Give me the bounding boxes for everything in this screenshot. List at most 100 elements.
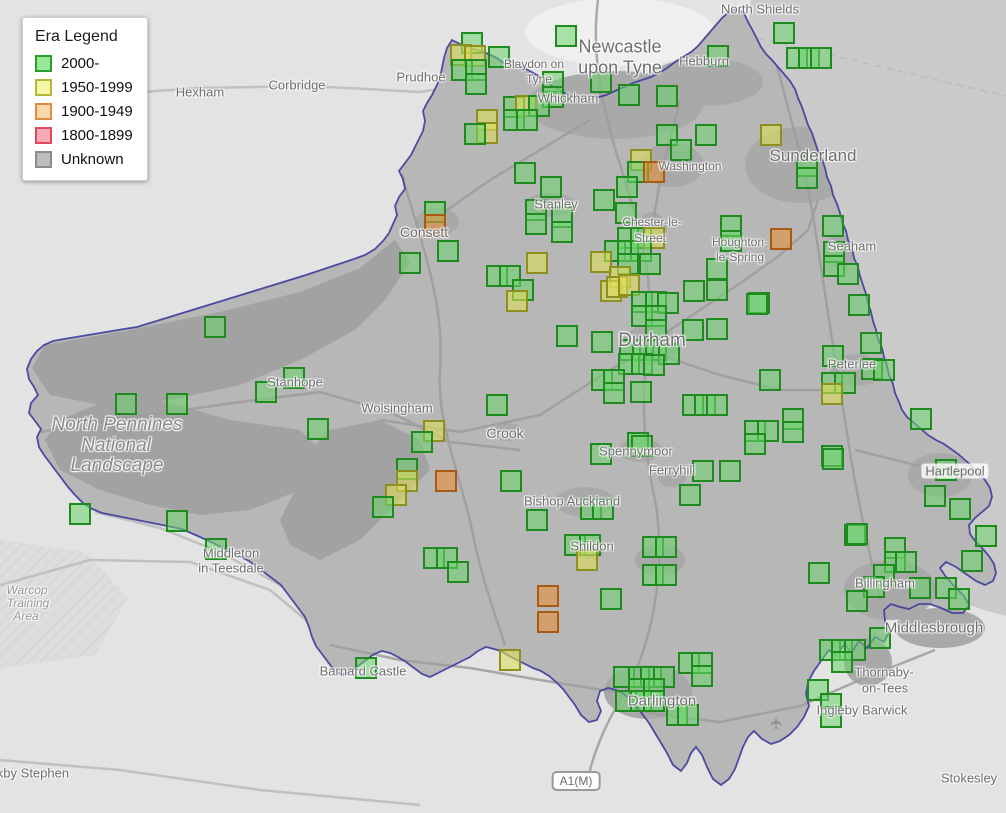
- era-marker-19501999[interactable]: [760, 124, 782, 146]
- era-marker-19501999[interactable]: [821, 383, 843, 405]
- era-marker-2000[interactable]: [975, 525, 997, 547]
- era-marker-2000[interactable]: [692, 460, 714, 482]
- era-marker-2000[interactable]: [516, 109, 538, 131]
- era-marker-2000[interactable]: [655, 564, 677, 586]
- era-marker-2000[interactable]: [707, 45, 729, 67]
- era-marker-2000[interactable]: [166, 393, 188, 415]
- era-marker-2000[interactable]: [846, 523, 868, 545]
- era-marker-2000[interactable]: [682, 319, 704, 341]
- era-marker-2000[interactable]: [782, 421, 804, 443]
- era-marker-2000[interactable]: [355, 657, 377, 679]
- era-marker-2000[interactable]: [831, 651, 853, 673]
- era-marker-2000[interactable]: [411, 431, 433, 453]
- era-marker-2000[interactable]: [399, 252, 421, 274]
- era-marker-2000[interactable]: [948, 588, 970, 610]
- era-marker-19501999[interactable]: [526, 252, 548, 274]
- era-marker-2000[interactable]: [860, 332, 882, 354]
- era-marker-19501999[interactable]: [506, 290, 528, 312]
- era-marker-2000[interactable]: [630, 381, 652, 403]
- era-marker-2000[interactable]: [283, 367, 305, 389]
- era-marker-2000[interactable]: [810, 47, 832, 69]
- era-marker-2000[interactable]: [683, 280, 705, 302]
- era-marker-2000[interactable]: [204, 316, 226, 338]
- era-marker-19001949[interactable]: [435, 470, 457, 492]
- era-marker-2000[interactable]: [808, 562, 830, 584]
- era-marker-2000[interactable]: [486, 394, 508, 416]
- era-marker-2000[interactable]: [822, 448, 844, 470]
- era-marker-2000[interactable]: [848, 294, 870, 316]
- era-marker-2000[interactable]: [670, 139, 692, 161]
- era-marker-2000[interactable]: [631, 435, 653, 457]
- era-marker-2000[interactable]: [744, 433, 766, 455]
- era-marker-2000[interactable]: [796, 167, 818, 189]
- era-marker-19501999[interactable]: [499, 649, 521, 671]
- era-marker-2000[interactable]: [166, 510, 188, 532]
- era-marker-2000[interactable]: [616, 176, 638, 198]
- era-marker-2000[interactable]: [924, 485, 946, 507]
- era-marker-19001949[interactable]: [643, 161, 665, 183]
- era-marker-2000[interactable]: [949, 498, 971, 520]
- era-marker-2000[interactable]: [437, 240, 459, 262]
- era-marker-2000[interactable]: [540, 176, 562, 198]
- era-marker-2000[interactable]: [645, 319, 667, 341]
- era-marker-2000[interactable]: [555, 25, 577, 47]
- era-marker-2000[interactable]: [909, 577, 931, 599]
- era-marker-2000[interactable]: [465, 73, 487, 95]
- era-marker-2000[interactable]: [556, 325, 578, 347]
- map-canvas[interactable]: North Shields Newcastle upon Tyne Hexham Cor…: [0, 0, 1006, 813]
- era-marker-2000[interactable]: [759, 369, 781, 391]
- era-marker-2000[interactable]: [846, 590, 868, 612]
- era-marker-2000[interactable]: [514, 162, 536, 184]
- era-marker-2000[interactable]: [447, 561, 469, 583]
- era-marker-2000[interactable]: [255, 381, 277, 403]
- era-marker-2000[interactable]: [719, 460, 741, 482]
- era-marker-2000[interactable]: [837, 263, 859, 285]
- era-marker-2000[interactable]: [592, 498, 614, 520]
- era-marker-19501999[interactable]: [576, 549, 598, 571]
- era-marker-2000[interactable]: [205, 538, 227, 560]
- era-marker-2000[interactable]: [115, 393, 137, 415]
- era-marker-2000[interactable]: [590, 71, 612, 93]
- era-marker-2000[interactable]: [603, 382, 625, 404]
- era-marker-2000[interactable]: [69, 503, 91, 525]
- era-marker-2000[interactable]: [307, 418, 329, 440]
- era-marker-2000[interactable]: [773, 22, 795, 44]
- era-marker-2000[interactable]: [372, 496, 394, 518]
- era-marker-19001949[interactable]: [537, 611, 559, 633]
- era-marker-2000[interactable]: [706, 258, 728, 280]
- era-marker-2000[interactable]: [500, 470, 522, 492]
- era-marker-2000[interactable]: [615, 202, 637, 224]
- era-marker-2000[interactable]: [593, 189, 615, 211]
- era-marker-2000[interactable]: [551, 221, 573, 243]
- era-marker-2000[interactable]: [706, 318, 728, 340]
- era-marker-2000[interactable]: [464, 123, 486, 145]
- era-marker-2000[interactable]: [643, 690, 665, 712]
- era-marker-2000[interactable]: [935, 459, 957, 481]
- era-marker-2000[interactable]: [706, 394, 728, 416]
- era-marker-2000[interactable]: [695, 124, 717, 146]
- era-marker-2000[interactable]: [691, 665, 713, 687]
- era-marker-2000[interactable]: [656, 85, 678, 107]
- era-marker-19001949[interactable]: [537, 585, 559, 607]
- era-marker-2000[interactable]: [895, 551, 917, 573]
- era-marker-2000[interactable]: [526, 509, 548, 531]
- era-marker-2000[interactable]: [618, 84, 640, 106]
- era-marker-2000[interactable]: [677, 704, 699, 726]
- era-marker-2000[interactable]: [746, 293, 768, 315]
- era-marker-2000[interactable]: [590, 443, 612, 465]
- era-marker-2000[interactable]: [720, 230, 742, 252]
- era-marker-2000[interactable]: [822, 345, 844, 367]
- era-marker-19001949[interactable]: [424, 214, 446, 236]
- era-marker-2000[interactable]: [643, 354, 665, 376]
- era-marker-2000[interactable]: [679, 484, 701, 506]
- era-marker-2000[interactable]: [525, 213, 547, 235]
- era-marker-2000[interactable]: [822, 215, 844, 237]
- era-marker-2000[interactable]: [961, 550, 983, 572]
- era-marker-2000[interactable]: [655, 536, 677, 558]
- era-marker-2000[interactable]: [600, 588, 622, 610]
- era-marker-2000[interactable]: [869, 627, 891, 649]
- era-marker-2000[interactable]: [639, 253, 661, 275]
- era-marker-2000[interactable]: [591, 331, 613, 353]
- era-marker-2000[interactable]: [910, 408, 932, 430]
- era-marker-2000[interactable]: [820, 706, 842, 728]
